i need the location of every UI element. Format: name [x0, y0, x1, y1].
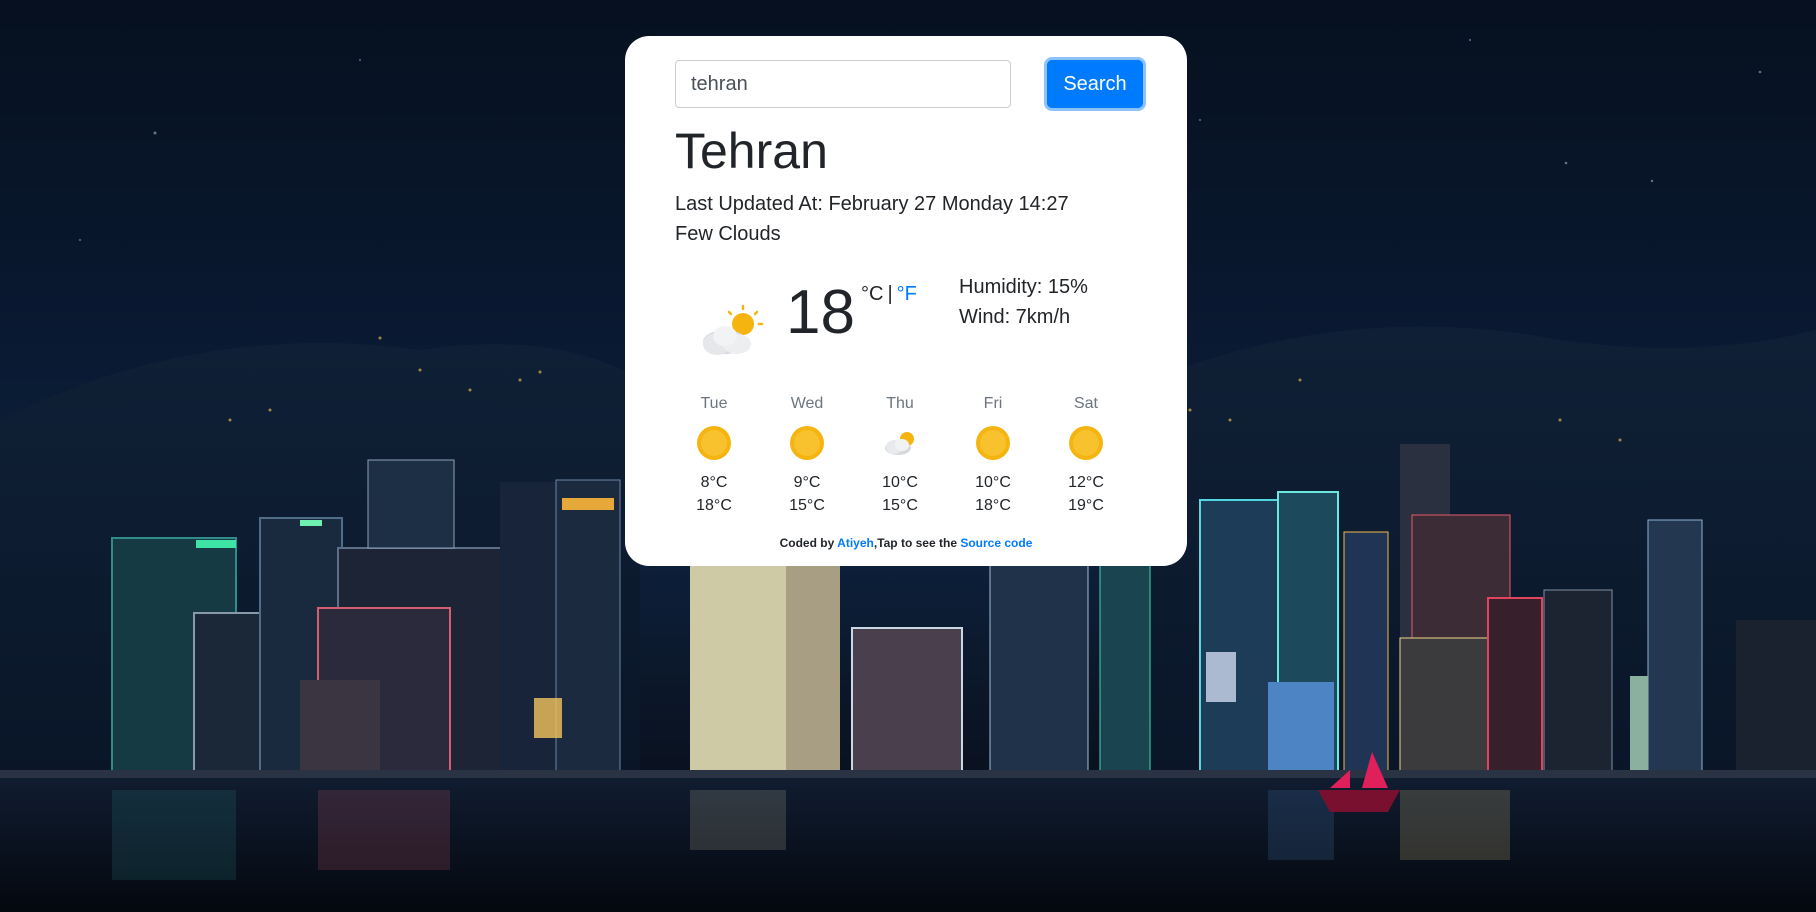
celsius-unit: °C — [861, 283, 884, 305]
footer-prefix: Coded by — [779, 536, 835, 550]
weather-card: Search Tehran Last Updated At: February … — [625, 36, 1187, 566]
forecast-min-temp: 8°C — [700, 474, 728, 491]
search-input[interactable] — [675, 60, 1011, 108]
forecast-day: Sat 12°C 19°C — [1041, 394, 1131, 518]
sun-icon — [1069, 426, 1103, 460]
footer-credit: Coded by Atiyeh,Tap to see the Source co… — [625, 536, 1187, 550]
forecast-day: Tue 8°C 18°C — [669, 394, 759, 518]
forecast-day: Thu 10°C 15°C — [855, 394, 945, 518]
forecast-day-name: Sat — [1073, 395, 1098, 412]
forecast-day-name: Thu — [886, 395, 914, 412]
forecast-day-name: Tue — [700, 395, 728, 412]
sun-icon — [697, 426, 731, 460]
unit-separator: | — [887, 283, 893, 305]
last-updated-text: Last Updated At: February 27 Monday 14:2… — [675, 193, 1069, 215]
forecast-max-temp: 18°C — [975, 497, 1011, 514]
page-background: Search Tehran Last Updated At: February … — [0, 0, 1816, 912]
forecast-day-name: Fri — [983, 395, 1003, 412]
forecast-min-temp: 10°C — [975, 474, 1011, 491]
unit-switch: °C | °F — [861, 283, 917, 306]
search-button[interactable]: Search — [1047, 60, 1143, 108]
forecast-day: Fri 10°C 18°C — [948, 394, 1038, 518]
forecast-min-temp: 9°C — [793, 474, 821, 491]
author-link[interactable]: Atiyeh — [837, 536, 874, 550]
forecast-max-temp: 15°C — [789, 497, 825, 514]
sun-icon — [976, 426, 1010, 460]
weather-description: Few Clouds — [675, 223, 781, 245]
forecast-max-temp: 19°C — [1068, 497, 1104, 514]
current-temperature: 18 — [786, 278, 855, 347]
forecast-min-temp: 10°C — [882, 474, 918, 491]
source-code-link[interactable]: Source code — [960, 536, 1032, 550]
sun-icon — [790, 426, 824, 460]
forecast-list: Tue 8°C 18°C Wed 9°C 15°C Thu 10°C 15°C … — [669, 394, 1135, 518]
fahrenheit-link[interactable]: °F — [897, 283, 917, 305]
few-clouds-icon — [703, 304, 764, 355]
forecast-day: Wed 9°C 15°C — [762, 394, 852, 518]
wind-text: Wind: 7km/h — [959, 306, 1071, 328]
forecast-day-name: Wed — [790, 395, 824, 412]
forecast-max-temp: 18°C — [696, 497, 732, 514]
forecast-min-temp: 12°C — [1068, 474, 1104, 491]
footer-middle: ,Tap to see the — [873, 536, 957, 550]
few-clouds-icon — [885, 432, 914, 455]
city-name: Tehran — [675, 123, 828, 179]
forecast-max-temp: 15°C — [882, 497, 918, 514]
humidity-text: Humidity: 15% — [959, 276, 1088, 298]
